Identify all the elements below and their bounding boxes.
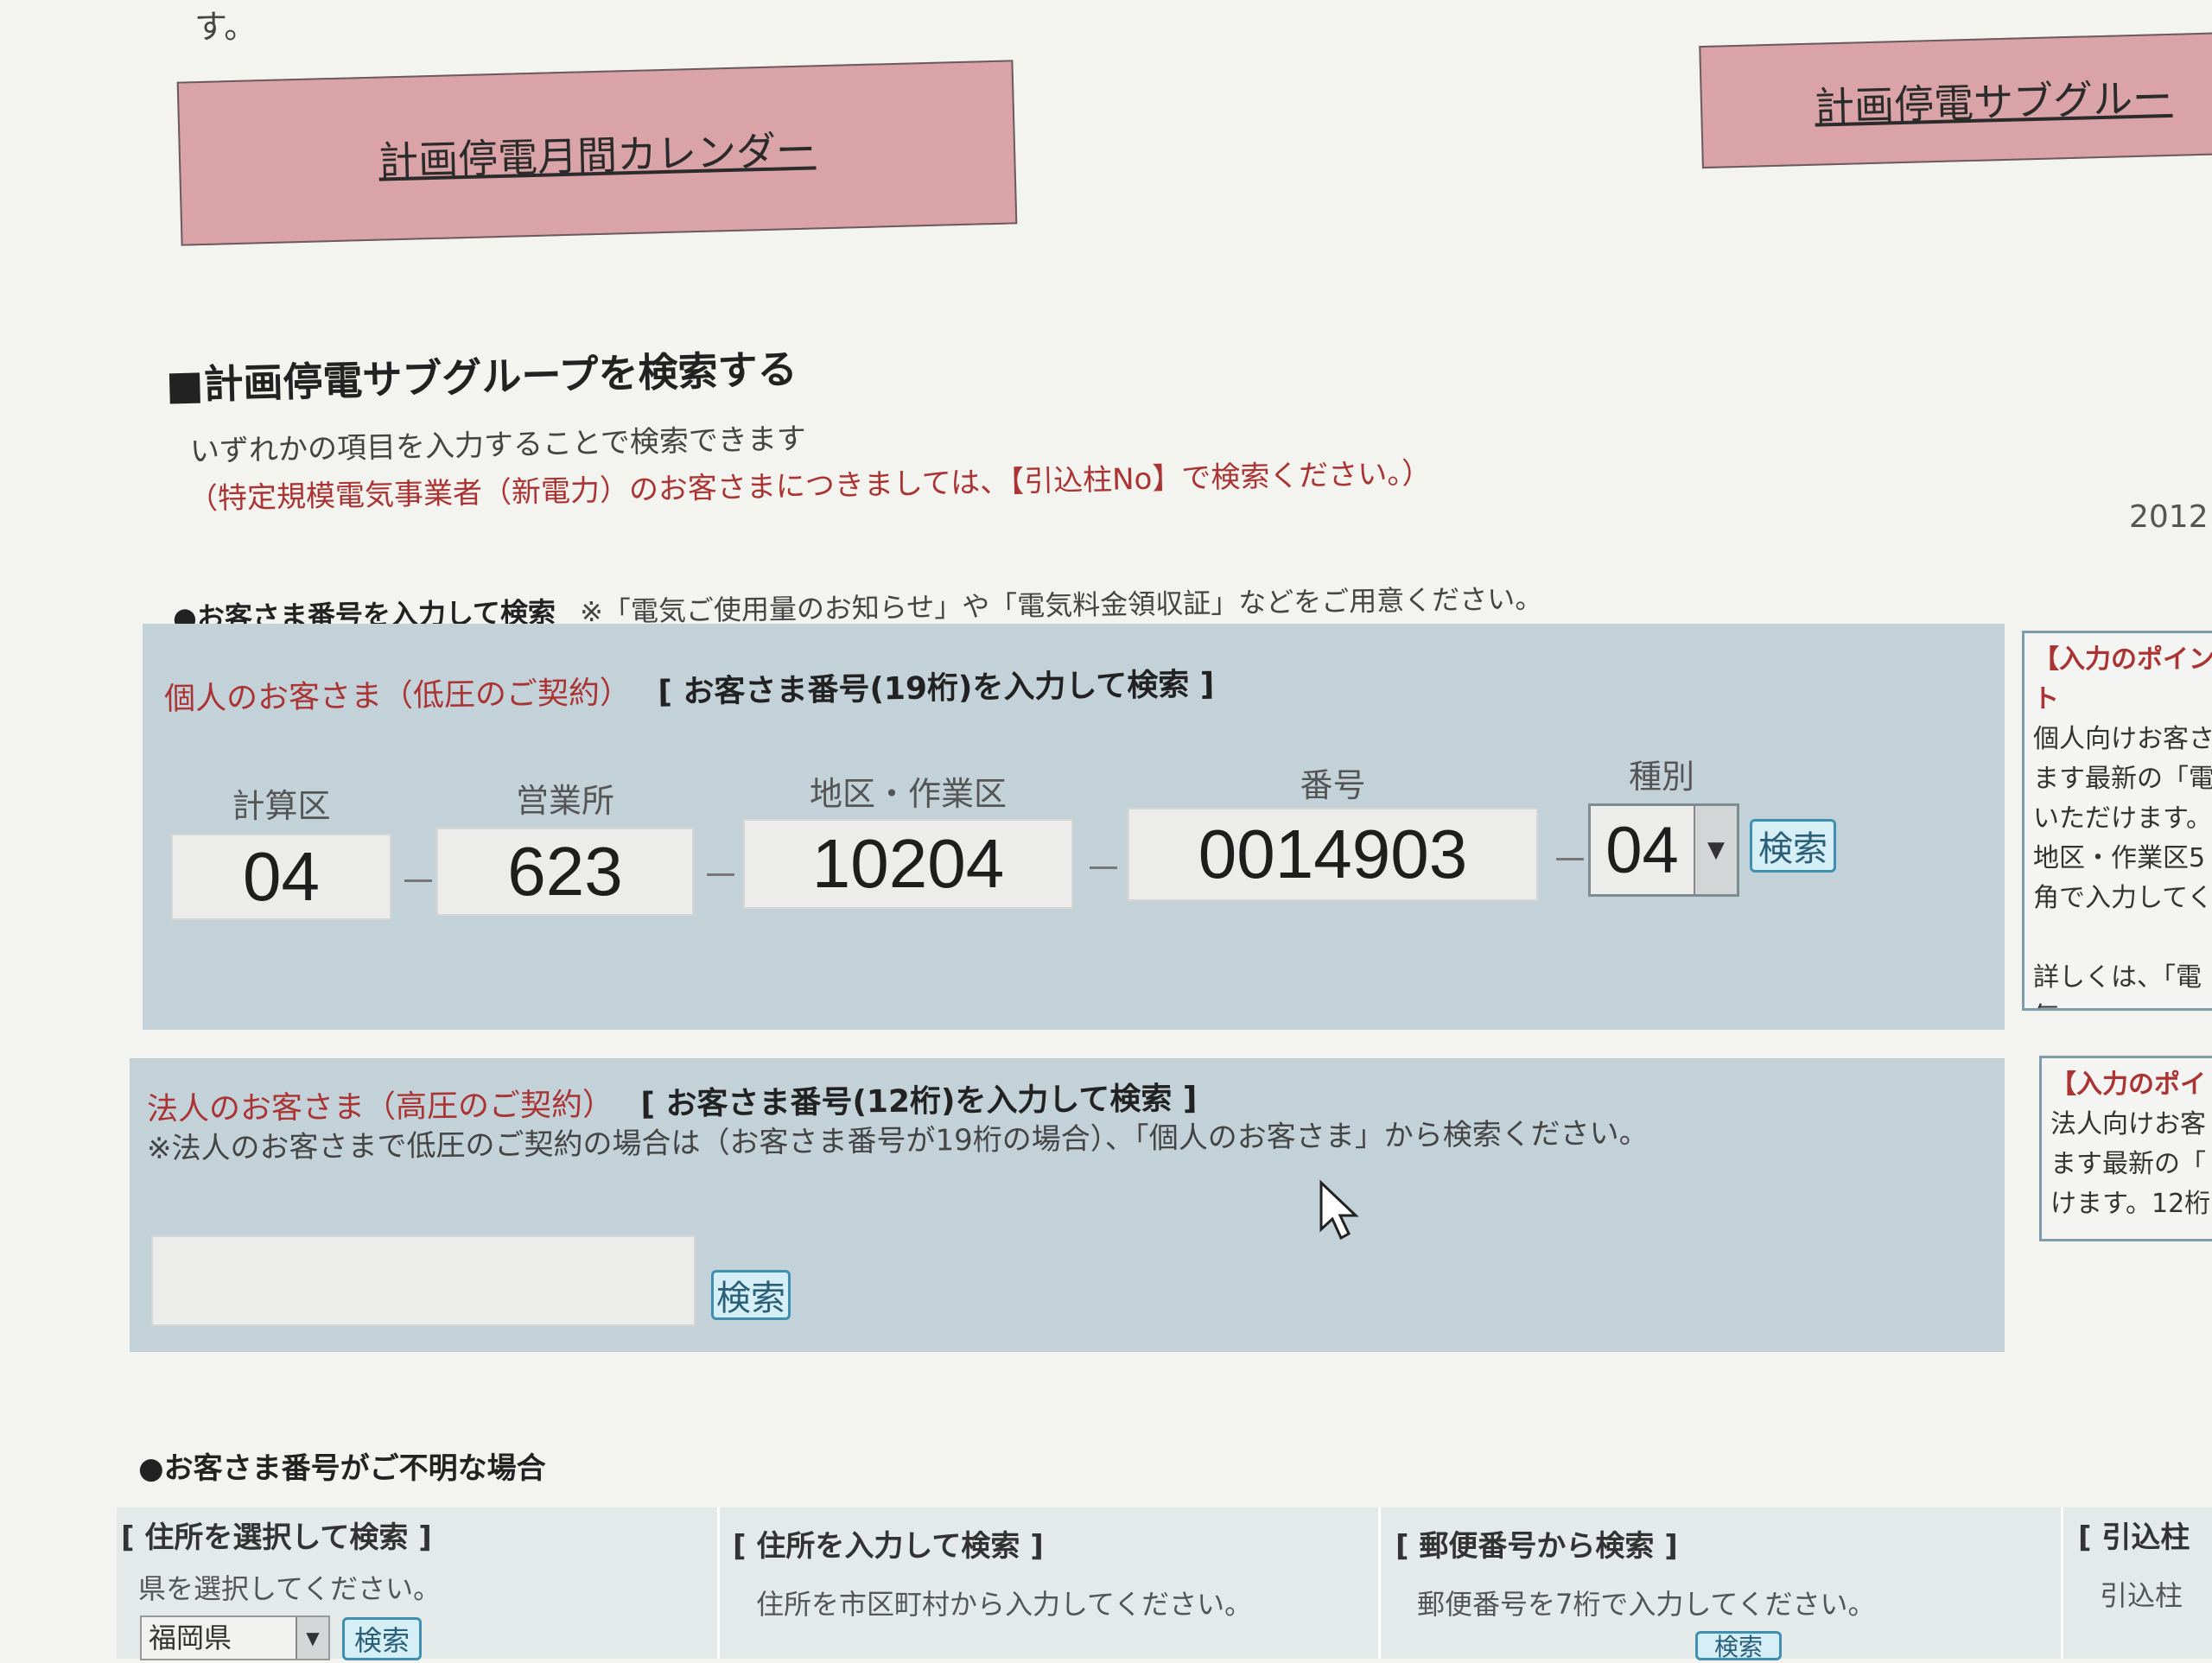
postal-code-title: [ 郵便番号から検索 ]: [1395, 1529, 1678, 1564]
field-label-number: 番号: [1300, 766, 1366, 804]
field-label-type: 種別: [1628, 758, 1694, 796]
individual-instruction: [ お客さま番号(19桁)を入力して検索 ]: [658, 667, 1215, 711]
column-divider: [717, 1507, 720, 1659]
input-address-title: [ 住所を入力して検索 ]: [733, 1529, 1044, 1564]
pole-number-title: [ 引込柱: [2078, 1520, 2190, 1555]
mouse-cursor-icon: [1318, 1179, 1361, 1243]
pole-number-text: 引込柱: [2100, 1579, 2183, 1612]
section-description: いずれかの項目を入力することで検索できます: [189, 422, 807, 469]
corporate-input-tips: 【入力のポイ 法人向けお客 ます最新の「 けます。12桁: [2039, 1056, 2212, 1241]
customer-search-note: ※「電気ご使用量のお知らせ」や「電気料金領収証」などをご用意ください。: [579, 581, 1543, 629]
field-label-calc-district: 計算区: [232, 787, 331, 825]
prefecture-select[interactable]: 福岡県 ▼: [140, 1615, 330, 1660]
tips-line: 個人向けお客さ: [2033, 724, 2212, 754]
tips-line: [2033, 918, 2212, 958]
postal-code-search-button[interactable]: 検索: [1695, 1631, 1782, 1661]
tips-line: けます。12桁: [2050, 1189, 2211, 1219]
select-address-text: 県を選択してください。: [138, 1572, 442, 1605]
calendar-link[interactable]: 計画停電月間カレンダー: [378, 118, 817, 187]
tips-line: 詳しくは、「電気: [2033, 962, 2202, 1008]
individual-label: 個人のお客さま（低圧のご契約）: [163, 675, 632, 717]
subgroup-link[interactable]: 計画停電サブグルー: [1814, 67, 2173, 133]
select-address-title: [ 住所を選択して検索 ]: [121, 1520, 432, 1555]
chevron-down-icon[interactable]: ▼: [296, 1617, 328, 1659]
field-label-area: 地区・作業区: [809, 775, 1007, 813]
type-select[interactable]: 04 ▼: [1588, 803, 1739, 897]
calendar-banner[interactable]: 計画停電月間カレンダー: [176, 60, 1018, 246]
individual-search-button[interactable]: 検索: [1750, 819, 1836, 873]
input-address-text: 住所を市区町村から入力してください。: [756, 1588, 1253, 1621]
calc-district-input[interactable]: 04: [171, 834, 391, 920]
area-input[interactable]: 10204: [743, 819, 1073, 909]
top-text-fragment: す。: [194, 8, 257, 46]
number-input[interactable]: 0014903: [1128, 808, 1538, 901]
subgroup-banner[interactable]: 計画停電サブグルー: [1699, 31, 2212, 169]
prefecture-select-value: 福岡県: [149, 1622, 232, 1654]
prefecture-search-button[interactable]: 検索: [342, 1617, 422, 1660]
type-select-value: 04: [1605, 813, 1679, 887]
tips-line: 角で入力してく: [2033, 883, 2212, 913]
chevron-down-icon[interactable]: ▼: [1694, 806, 1737, 894]
date-fragment: 2012: [2129, 499, 2209, 535]
postal-code-text: 郵便番号を7桁で入力してください。: [1417, 1588, 1876, 1621]
column-divider: [2061, 1507, 2063, 1659]
separator-dash: －: [1551, 839, 1589, 883]
tips-line: 地区・作業区5: [2033, 843, 2206, 873]
office-input[interactable]: 623: [436, 828, 694, 916]
tips-line: 法人向けお客: [2050, 1109, 2206, 1139]
field-label-office: 営業所: [515, 782, 614, 820]
section-title: ■計画停電サブグループを検索する: [165, 345, 798, 409]
tips-line: ます最新の「: [2050, 1149, 2206, 1179]
separator-dash: －: [702, 854, 740, 898]
tips-line: いただけます。: [2033, 803, 2212, 834]
column-divider: [1378, 1507, 1381, 1659]
separator-dash: －: [1084, 847, 1122, 892]
tips-line: ます最新の「電: [2033, 764, 2212, 794]
corporate-search-button[interactable]: 検索: [711, 1270, 791, 1320]
tips-title: 【入力のポイント: [2033, 644, 2212, 714]
separator-dash: －: [399, 860, 437, 904]
individual-input-tips: 【入力のポイント 個人向けお客さ ます最新の「電 いただけます。 地区・作業区5…: [2022, 631, 2212, 1011]
unknown-number-heading: ●お客さま番号がご不明な場合: [138, 1451, 546, 1486]
tips-title: 【入力のポイ: [2050, 1070, 2206, 1100]
corporate-number-input[interactable]: [151, 1235, 696, 1326]
